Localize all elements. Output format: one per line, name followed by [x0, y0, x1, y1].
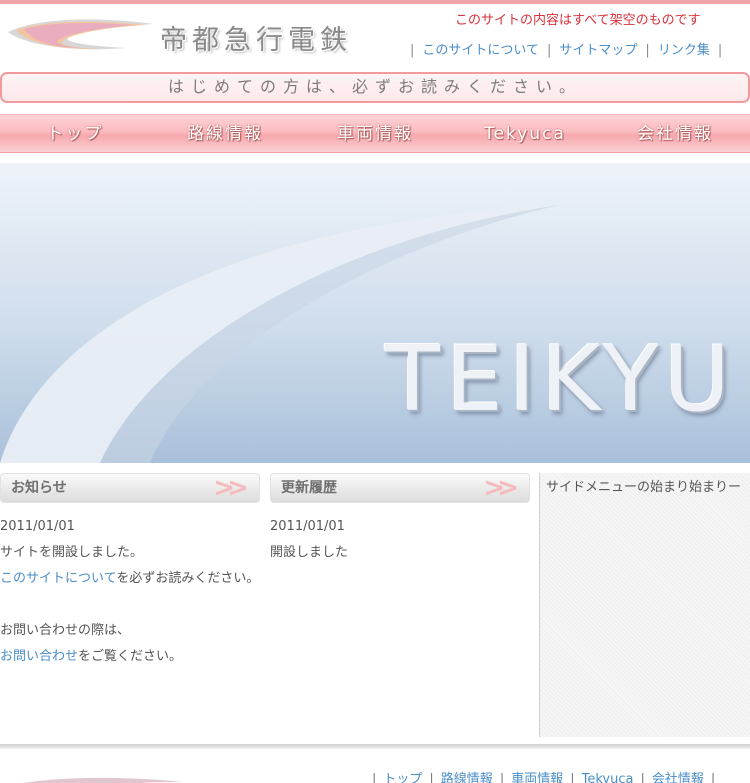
contact-link[interactable]: お問い合わせ [0, 649, 78, 664]
separator: | [547, 43, 552, 58]
separator: | [429, 772, 434, 783]
news-line: お問い合わせの際は、 [0, 623, 131, 638]
nav-routes[interactable]: 路線情報 [150, 115, 300, 152]
news-heading-label: お知らせ [11, 480, 67, 496]
nav-company[interactable]: 会社情報 [600, 115, 750, 152]
footer-link-top[interactable]: トップ [383, 772, 422, 783]
footer-link-company[interactable]: 会社情報 [652, 772, 704, 783]
separator: | [645, 43, 650, 58]
chevron-icon: >> [213, 473, 248, 503]
hero-title: TEIKYU [385, 327, 737, 432]
fictional-notice: このサイトの内容はすべて架空のものです [455, 13, 701, 28]
footer-links: | トップ | 路線情報 | 車両情報 | Tekyuca | 会社情報 | [372, 768, 715, 783]
separator: | [499, 772, 505, 783]
updates-date: 2011/01/01 [270, 519, 345, 534]
hero-banner: TEIKYU [0, 163, 750, 463]
footer-logo-icon[interactable] [4, 774, 184, 783]
news-line: このサイトについてを必ずお読みください。 [0, 566, 265, 592]
news-line: サイトを開設しました。 [0, 545, 144, 560]
updates-heading: 更新履歴 >> [270, 473, 530, 503]
links-link[interactable]: リンク集 [658, 43, 710, 58]
about-link[interactable]: このサイトについて [0, 571, 116, 586]
footer-divider [0, 744, 750, 749]
read-first-banner[interactable]: はじめての方は、必ずお読みください。 [0, 72, 750, 103]
separator: | [640, 772, 645, 783]
site-title[interactable]: 帝都急行電鉄 [160, 18, 352, 57]
separator: | [570, 772, 575, 783]
sitemap-link[interactable]: サイトマップ [559, 43, 637, 58]
updates-line: 開設しました [270, 545, 349, 560]
separator: | [710, 772, 716, 783]
logo-swoosh-icon[interactable] [6, 10, 156, 52]
news-text: を必ずお読みください。 [116, 571, 260, 586]
sidebar: サイドメニューの始まり始まりー [539, 473, 750, 737]
news-text: をご覧ください。 [78, 649, 183, 664]
news-body: 2011/01/01 サイトを開設しました。 このサイトについてを必ずお読みくだ… [0, 514, 265, 670]
about-link[interactable]: このサイトについて [422, 43, 539, 58]
main-nav: トップ 路線情報 車両情報 Tekyuca 会社情報 [0, 114, 750, 153]
header-links: | このサイトについて | サイトマップ | リンク集 | [410, 39, 722, 58]
separator: | [410, 43, 415, 58]
footer-link-routes[interactable]: 路線情報 [441, 772, 493, 783]
nav-top[interactable]: トップ [0, 115, 150, 152]
nav-vehicles[interactable]: 車両情報 [300, 115, 450, 152]
updates-body: 2011/01/01 開設しました [270, 514, 530, 566]
updates-heading-label: 更新履歴 [281, 480, 337, 496]
nav-tekyuca[interactable]: Tekyuca [450, 115, 600, 152]
news-line: お問い合わせをご覧ください。 [0, 644, 265, 670]
separator: | [717, 43, 723, 58]
sidebar-text: サイドメニューの始まり始まりー [546, 480, 742, 495]
footer-link-tekyuca[interactable]: Tekyuca [582, 772, 634, 783]
news-heading: お知らせ >> [0, 473, 260, 503]
news-date: 2011/01/01 [0, 519, 75, 534]
footer-link-vehicles[interactable]: 車両情報 [511, 772, 563, 783]
separator: | [372, 772, 377, 783]
top-accent-line [0, 0, 750, 4]
chevron-icon: >> [483, 473, 518, 503]
